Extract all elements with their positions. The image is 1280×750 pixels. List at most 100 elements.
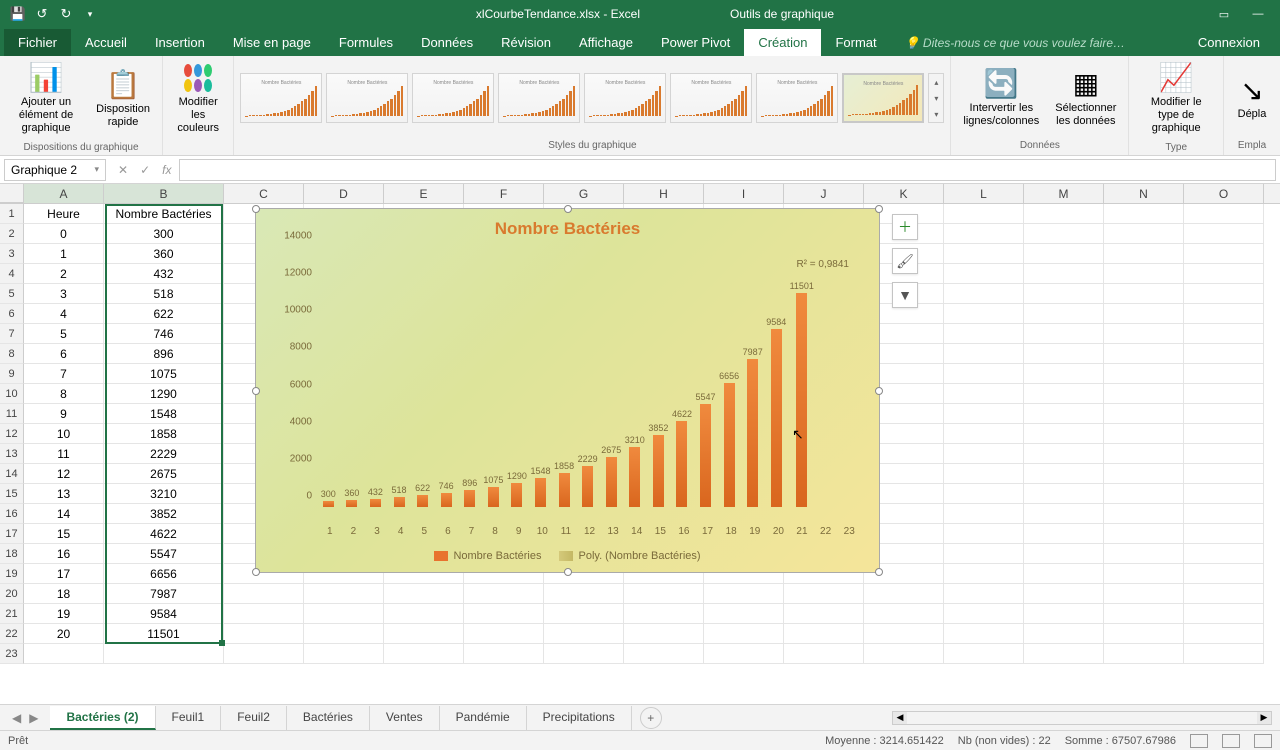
chart-object[interactable]: Nombre Bactéries R² = 0,9841 02000400060…	[255, 208, 880, 573]
cell-N17[interactable]	[1104, 524, 1184, 544]
qat-dropdown-icon[interactable]: ▾	[80, 4, 100, 24]
cell-N21[interactable]	[1104, 604, 1184, 624]
cell-O16[interactable]	[1184, 504, 1264, 524]
cell-B4[interactable]: 432	[104, 264, 224, 284]
cell-N19[interactable]	[1104, 564, 1184, 584]
cell-N2[interactable]	[1104, 224, 1184, 244]
cell-M16[interactable]	[1024, 504, 1104, 524]
column-header-F[interactable]: F	[464, 184, 544, 203]
cell-A7[interactable]: 5	[24, 324, 104, 344]
cell-M18[interactable]	[1024, 544, 1104, 564]
move-chart-button[interactable]: ↘ Dépla	[1230, 70, 1274, 125]
cell-M17[interactable]	[1024, 524, 1104, 544]
cell-B6[interactable]: 622	[104, 304, 224, 324]
column-header-M[interactable]: M	[1024, 184, 1104, 203]
cell-D20[interactable]	[304, 584, 384, 604]
cell-O13[interactable]	[1184, 444, 1264, 464]
cell-E20[interactable]	[384, 584, 464, 604]
cell-M23[interactable]	[1024, 644, 1104, 664]
cell-B22[interactable]: 11501	[104, 624, 224, 644]
cell-M8[interactable]	[1024, 344, 1104, 364]
cell-N23[interactable]	[1104, 644, 1184, 664]
row-header-23[interactable]: 23	[0, 644, 24, 664]
cell-O17[interactable]	[1184, 524, 1264, 544]
cell-N1[interactable]	[1104, 204, 1184, 224]
cell-A6[interactable]: 4	[24, 304, 104, 324]
tab-mise-en-page[interactable]: Mise en page	[219, 29, 325, 56]
cell-M1[interactable]	[1024, 204, 1104, 224]
row-header-9[interactable]: 9	[0, 364, 24, 384]
cell-B10[interactable]: 1290	[104, 384, 224, 404]
cell-A11[interactable]: 9	[24, 404, 104, 424]
row-header-12[interactable]: 12	[0, 424, 24, 444]
cell-B3[interactable]: 360	[104, 244, 224, 264]
cell-O8[interactable]	[1184, 344, 1264, 364]
cell-D21[interactable]	[304, 604, 384, 624]
switch-row-col-button[interactable]: 🔄 Intervertir les lignes/colonnes	[957, 64, 1045, 132]
select-all-corner[interactable]	[0, 184, 24, 203]
cell-O12[interactable]	[1184, 424, 1264, 444]
row-header-19[interactable]: 19	[0, 564, 24, 584]
cell-L11[interactable]	[944, 404, 1024, 424]
sign-in-button[interactable]: Connexion	[1178, 29, 1280, 56]
cell-O10[interactable]	[1184, 384, 1264, 404]
tab-accueil[interactable]: Accueil	[71, 29, 141, 56]
tab-affichage[interactable]: Affichage	[565, 29, 647, 56]
undo-icon[interactable]: ↺	[32, 4, 52, 24]
column-header-I[interactable]: I	[704, 184, 784, 203]
cell-G20[interactable]	[544, 584, 624, 604]
cell-N8[interactable]	[1104, 344, 1184, 364]
sheet-tab-bact-ries[interactable]: Bactéries	[287, 706, 370, 730]
bar-5[interactable]	[417, 495, 428, 507]
cell-G23[interactable]	[544, 644, 624, 664]
cell-M21[interactable]	[1024, 604, 1104, 624]
cell-A16[interactable]: 14	[24, 504, 104, 524]
cell-M11[interactable]	[1024, 404, 1104, 424]
cell-A21[interactable]: 19	[24, 604, 104, 624]
cell-A15[interactable]: 13	[24, 484, 104, 504]
cell-N14[interactable]	[1104, 464, 1184, 484]
cell-O7[interactable]	[1184, 324, 1264, 344]
bar-4[interactable]	[394, 497, 405, 507]
cell-L9[interactable]	[944, 364, 1024, 384]
cell-N11[interactable]	[1104, 404, 1184, 424]
bar-1[interactable]	[323, 501, 334, 507]
cell-H20[interactable]	[624, 584, 704, 604]
cell-O5[interactable]	[1184, 284, 1264, 304]
cell-L3[interactable]	[944, 244, 1024, 264]
cell-H22[interactable]	[624, 624, 704, 644]
selection-fill-handle[interactable]	[219, 640, 225, 646]
column-header-N[interactable]: N	[1104, 184, 1184, 203]
cell-L18[interactable]	[944, 544, 1024, 564]
cell-L17[interactable]	[944, 524, 1024, 544]
cell-B20[interactable]: 7987	[104, 584, 224, 604]
cell-B13[interactable]: 2229	[104, 444, 224, 464]
cell-L15[interactable]	[944, 484, 1024, 504]
bar-19[interactable]	[747, 359, 758, 507]
cell-J22[interactable]	[784, 624, 864, 644]
cell-A12[interactable]: 10	[24, 424, 104, 444]
cell-E21[interactable]	[384, 604, 464, 624]
chart-filters-button[interactable]: ▼	[892, 282, 918, 308]
cell-O11[interactable]	[1184, 404, 1264, 424]
style-gallery-more-button[interactable]: ▴▾▾	[928, 73, 944, 123]
cell-A13[interactable]: 11	[24, 444, 104, 464]
cell-F21[interactable]	[464, 604, 544, 624]
cell-A3[interactable]: 1	[24, 244, 104, 264]
cell-M7[interactable]	[1024, 324, 1104, 344]
cell-L23[interactable]	[944, 644, 1024, 664]
cell-N4[interactable]	[1104, 264, 1184, 284]
cell-M5[interactable]	[1024, 284, 1104, 304]
cell-M3[interactable]	[1024, 244, 1104, 264]
cell-B18[interactable]: 5547	[104, 544, 224, 564]
sheet-tab-bact-ries-2-[interactable]: Bactéries (2)	[50, 706, 155, 730]
cell-O9[interactable]	[1184, 364, 1264, 384]
tab-données[interactable]: Données	[407, 29, 487, 56]
cell-M4[interactable]	[1024, 264, 1104, 284]
change-colors-button[interactable]: Modifier les couleurs	[169, 58, 227, 140]
cell-M2[interactable]	[1024, 224, 1104, 244]
bar-6[interactable]	[441, 493, 452, 507]
cell-G22[interactable]	[544, 624, 624, 644]
cell-O22[interactable]	[1184, 624, 1264, 644]
bar-14[interactable]	[629, 447, 640, 507]
